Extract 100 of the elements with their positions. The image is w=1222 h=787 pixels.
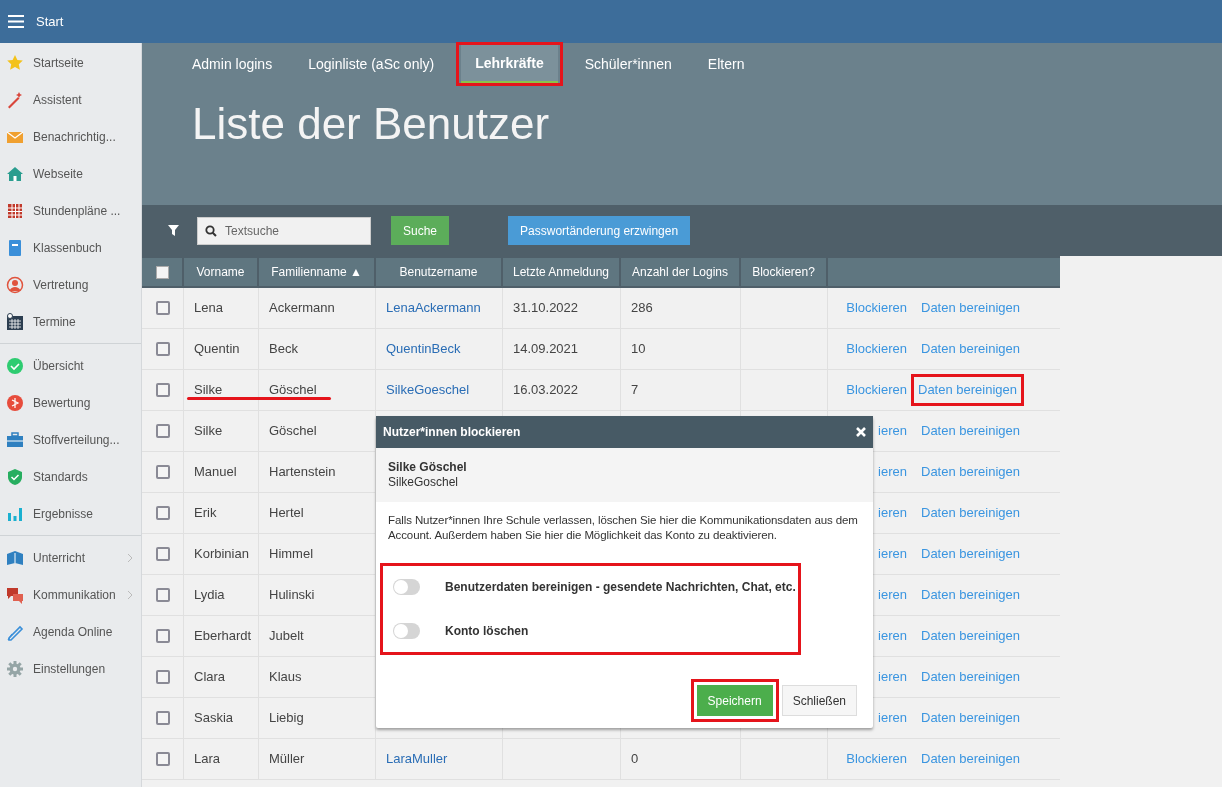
clean-data-link[interactable]: Daten bereinigen [921,544,1021,564]
sidebar-item[interactable]: Bewertung [0,384,141,421]
row-checkbox[interactable] [155,711,170,725]
column-header[interactable]: Anzahl der Logins [621,258,741,286]
block-link[interactable]: ieren [878,462,907,482]
search-button[interactable]: Suche [391,216,450,245]
row-checkbox[interactable] [155,629,170,643]
sidebar-item[interactable]: Benachrichtig... [0,118,141,155]
sidebar-item[interactable]: Klassenbuch [0,229,141,266]
row-checkbox[interactable] [155,547,170,561]
sidebar-item[interactable]: Agenda Online [0,613,141,650]
block-link[interactable]: ieren [878,585,907,605]
sidebar-item[interactable]: Ergebnisse [0,495,141,532]
sidebar-label: Stoffverteilung... [33,431,121,449]
username-link[interactable]: LaraMuller [386,749,448,769]
search-field[interactable]: Textsuche [197,216,371,245]
user-name: Silke Göschel [388,460,468,475]
sidebar-item[interactable]: Startseite [0,44,141,81]
clean-data-link[interactable]: Daten bereinigen [918,382,1018,398]
sidebar-item[interactable]: Unterricht [0,539,141,576]
sidebar-label: Einstellungen [33,660,107,678]
clean-data-link[interactable]: Daten bereinigen [921,339,1021,359]
block-link[interactable]: ieren [878,708,907,728]
tab[interactable]: Schüler*innen [570,45,686,83]
sidebar-item[interactable]: Einstellungen [0,650,141,687]
clean-data-link[interactable]: Daten bereinigen [921,421,1021,441]
block-link[interactable]: ieren [878,626,907,646]
row-checkbox[interactable] [155,670,170,684]
clean-data-link[interactable]: Daten bereinigen [921,503,1021,523]
menu-icon[interactable] [8,15,24,28]
row-checkbox[interactable] [155,383,170,397]
tab[interactable]: Admin logins [178,45,287,83]
sidebar-item[interactable]: Vertretung [0,266,141,303]
sidebar-item[interactable]: Assistent [0,81,141,118]
block-link[interactable]: ieren [878,421,907,441]
username-link[interactable]: LenaAckermann [386,298,481,318]
block-link[interactable]: Blockieren [846,298,907,318]
block-link[interactable]: Blockieren [846,339,907,359]
clean-data-link[interactable]: Daten bereinigen [921,462,1021,482]
sidebar-label: Assistent [33,91,83,109]
first-name-cell-text: Silke [194,381,223,400]
sidebar-item[interactable]: Webseite [0,155,141,192]
block-link[interactable]: ieren [878,667,907,687]
app-title[interactable]: Start [36,11,64,32]
select-all-checkbox[interactable] [155,265,169,279]
sidebar-item[interactable]: Stoffverteilung... [0,421,141,458]
row-checkbox[interactable] [155,342,170,356]
row-checkbox[interactable] [155,506,170,520]
sidebar-item[interactable]: Termine [0,303,141,340]
clean-data-link[interactable]: Daten bereinigen [921,585,1021,605]
row-checkbox[interactable] [155,424,170,438]
magic-wand-icon [6,90,24,109]
block-link[interactable]: Blockieren [846,380,907,400]
last-login-cell-text: 31.10.2022 [513,299,579,318]
column-header[interactable]: Vorname [184,258,259,286]
tab[interactable]: Eltern [693,45,759,83]
block-link[interactable]: Blockieren [846,749,907,769]
sidebar-label: Benachrichtig... [33,128,117,146]
dialog-title: Nutzer*innen blockieren [383,424,521,441]
column-header[interactable]: Letzte Anmeldung [503,258,621,286]
column-header[interactable]: Blockieren? [741,258,828,286]
sidebar-item[interactable]: Übersicht [0,347,141,384]
clean-data-link[interactable]: Daten bereinigen [921,708,1021,728]
last-login-cell-text: 16.03.2022 [513,381,579,400]
last-name-cell-text: Hertel [269,504,304,523]
filter-icon[interactable] [168,225,179,236]
row-checkbox[interactable] [155,301,170,315]
clean-data-link[interactable]: Daten bereinigen [921,667,1021,687]
close-icon[interactable] [856,427,866,437]
tab[interactable]: Lehrkräfte [461,45,558,83]
column-header[interactable]: Benutzername [376,258,503,286]
sidebar-item[interactable]: Kommunikation [0,576,141,613]
block-link[interactable]: ieren [878,544,907,564]
dialog-description: Falls Nutzer*innen Ihre Schule verlassen, löschen Sie hier die Kommunikationsdaten aus dem Account. Außerdem haben Sie hier die Möglichkeit das Konto zu deaktivieren. [387,513,859,543]
row-checkbox[interactable] [155,752,170,766]
username-link[interactable]: QuentinBeck [386,339,461,359]
clean-data-link[interactable]: Daten bereinigen [921,298,1021,318]
block-link[interactable]: ieren [878,503,907,523]
sidebar-label: Unterricht [33,549,86,567]
row-checkbox[interactable] [155,465,170,479]
login-count-cell-text: 10 [631,340,646,359]
sidebar-label: Klassenbuch [33,239,103,257]
last-name-cell-text: Ackermann [269,299,335,318]
close-button[interactable]: Schließen [781,685,857,716]
toggle-switch[interactable] [393,623,420,639]
sidebar-label: Stundenpläne ... [33,202,122,220]
clean-data-link[interactable]: Daten bereinigen [921,626,1021,646]
sidebar-item[interactable]: Standards [0,458,141,495]
sidebar-item[interactable]: Stundenpläne ... [0,192,141,229]
force-password-button[interactable]: Passwortänderung erzwingen [508,216,691,245]
clean-data-link[interactable]: Daten bereinigen [921,749,1021,769]
save-button[interactable]: Speichern [696,685,773,716]
column-header[interactable]: Familienname ▲ [259,258,376,286]
username-link[interactable]: SilkeGoeschel [386,380,470,400]
toggle-switch[interactable] [393,579,420,595]
user-login: SilkeGoschel [388,475,460,490]
row-checkbox[interactable] [155,588,170,602]
house-icon [6,164,24,183]
tab[interactable]: Loginliste (aSc only) [294,45,449,83]
sidebar-label: Termine [33,313,77,331]
